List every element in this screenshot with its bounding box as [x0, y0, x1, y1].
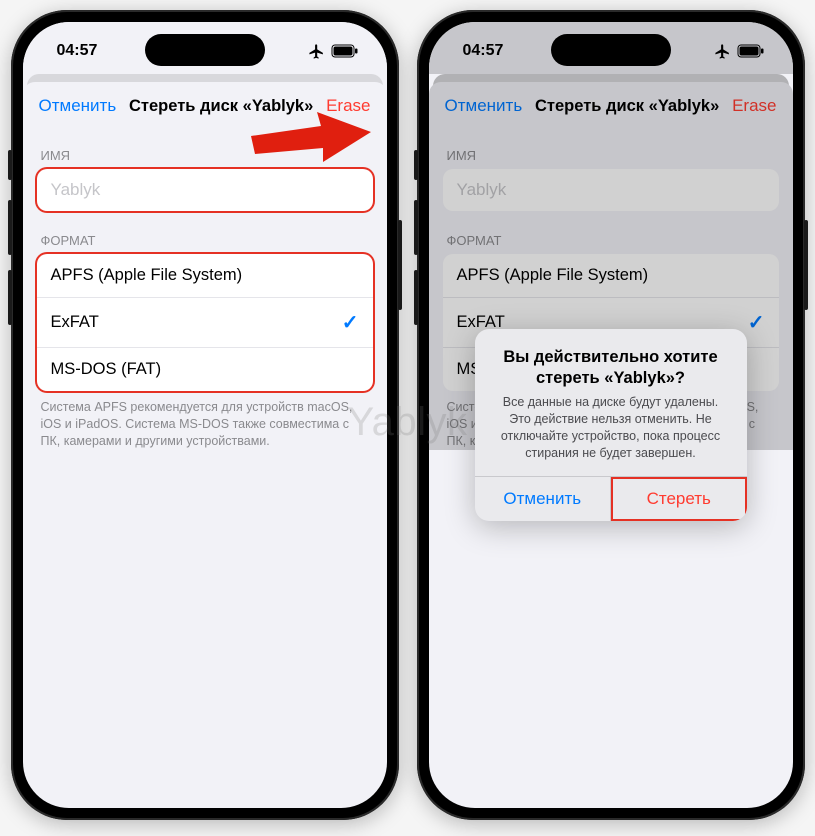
format-option-label: APFS (Apple File System) [51, 266, 243, 285]
alert-cancel-button[interactable]: Отменить [475, 477, 611, 521]
confirm-erase-alert: Вы действительно хотите стереть «Yablyk»… [475, 329, 747, 521]
alert-title: Вы действительно хотите стереть «Yablyk»… [491, 347, 731, 388]
phone-frame-right: 04:57 Отменить Стереть диск «Yablyk» Era… [417, 10, 805, 820]
checkmark-icon: ✓ [342, 310, 359, 335]
nav-bar: Отменить Стереть диск «Yablyk» Erase [23, 82, 387, 126]
phone-frame-left: 04:57 Отменить Стереть диск «Yablyk» Era… [11, 10, 399, 820]
format-section-label: ФОРМАТ [23, 211, 387, 254]
disk-name-input[interactable]: Yablyk [37, 169, 373, 211]
alert-backdrop: Вы действительно хотите стереть «Yablyk»… [429, 22, 793, 808]
format-footer-note: Система APFS рекомендуется для устройств… [23, 391, 387, 450]
status-time: 04:57 [57, 42, 98, 60]
name-section-label: ИМЯ [23, 126, 387, 169]
format-list: APFS (Apple File System) ExFAT ✓ MS-DOS … [37, 254, 373, 391]
format-option-label: MS-DOS (FAT) [51, 360, 162, 379]
erase-button[interactable]: Erase [326, 96, 370, 116]
battery-icon [331, 44, 359, 58]
alert-erase-button[interactable]: Стереть [610, 477, 747, 521]
format-option-apfs[interactable]: APFS (Apple File System) [37, 254, 373, 298]
format-option-exfat[interactable]: ExFAT ✓ [37, 298, 373, 348]
format-option-msdos[interactable]: MS-DOS (FAT) [37, 348, 373, 391]
format-option-label: ExFAT [51, 313, 99, 332]
page-title: Стереть диск «Yablyk» [116, 97, 326, 116]
alert-message: Все данные на диске будут удалены. Это д… [491, 394, 731, 462]
airplane-mode-icon [308, 43, 325, 60]
dynamic-island [145, 34, 265, 66]
cancel-button[interactable]: Отменить [39, 96, 117, 116]
